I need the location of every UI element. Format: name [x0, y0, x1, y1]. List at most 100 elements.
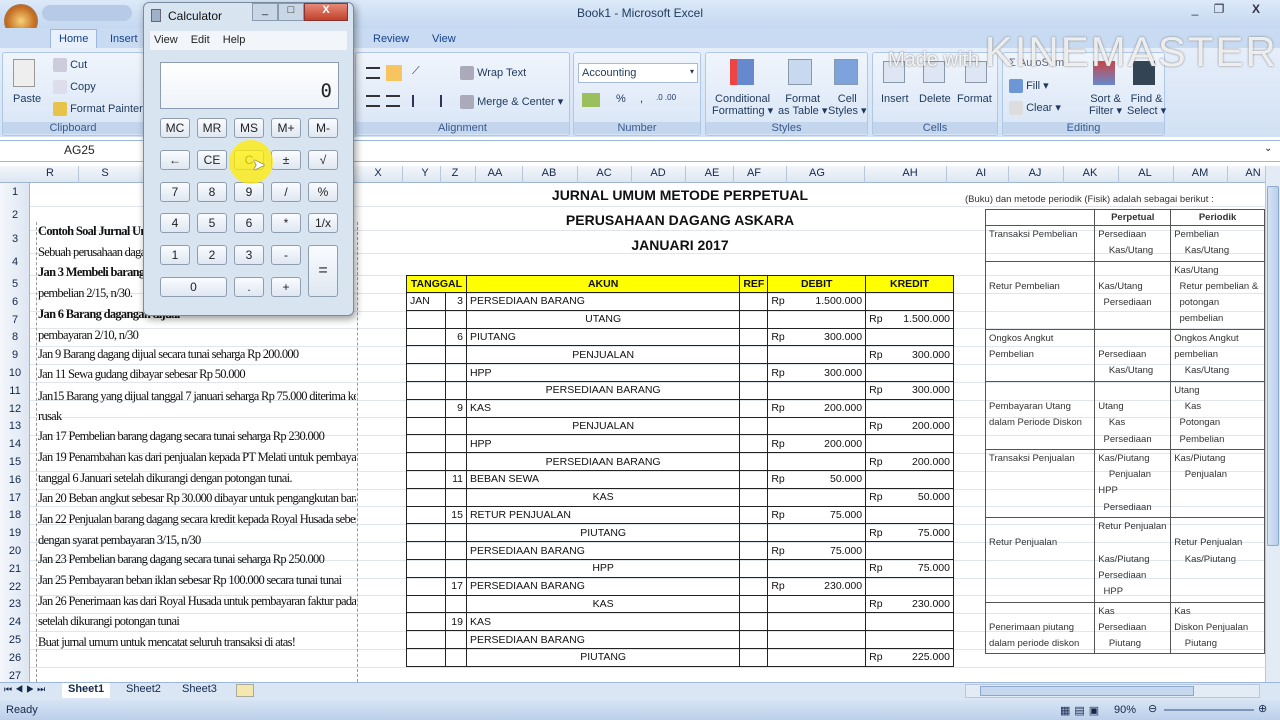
row-header-21[interactable]: 21	[0, 563, 30, 575]
row-header-26[interactable]: 26	[0, 652, 30, 664]
calc-button-mr[interactable]: MR	[197, 118, 227, 138]
align-right-icon[interactable]	[386, 95, 400, 107]
tab-insert[interactable]: Insert	[104, 31, 144, 47]
calc-button-sqrt[interactable]: √	[308, 150, 338, 170]
format-as-table-button[interactable]: Format as Table ▾	[778, 93, 827, 117]
column-header-ad[interactable]: AD	[638, 167, 678, 179]
format-button[interactable]: Format	[957, 93, 992, 105]
calc-button-mc[interactable]: MC	[160, 118, 190, 138]
row-header-7[interactable]: 7	[0, 314, 30, 326]
calc-button-minus[interactable]: -	[271, 245, 301, 265]
calc-button-4[interactable]: 4	[160, 213, 190, 233]
calc-close-button[interactable]: X	[304, 3, 348, 21]
currency-icon[interactable]	[582, 93, 600, 107]
column-header-am[interactable]: AM	[1180, 167, 1220, 179]
row-header-14[interactable]: 14	[0, 438, 30, 450]
row-header-24[interactable]: 24	[0, 616, 30, 628]
tab-home[interactable]: Home	[50, 29, 98, 48]
tab-view[interactable]: View	[426, 31, 462, 47]
column-header-aa[interactable]: AA	[475, 167, 515, 179]
column-header-aj[interactable]: AJ	[1015, 167, 1055, 179]
row-header-6[interactable]: 6	[0, 296, 30, 308]
calc-button-divide[interactable]: /	[271, 182, 301, 202]
row-header-16[interactable]: 16	[0, 474, 30, 486]
row-header-9[interactable]: 9	[0, 349, 30, 361]
vertical-scrollbar[interactable]	[1265, 166, 1280, 682]
cell-styles-button[interactable]: Cell Styles ▾	[828, 93, 867, 117]
orientation-icon[interactable]: ⟋	[412, 65, 430, 81]
insert-button[interactable]: Insert	[881, 93, 909, 105]
calc-button-plus-minus[interactable]: ±	[271, 150, 301, 170]
menu-view[interactable]: View	[154, 34, 178, 46]
close-button[interactable]: X	[1236, 2, 1276, 20]
calc-button-6[interactable]: 6	[234, 213, 264, 233]
wrap-text-button[interactable]: Wrap Text	[477, 67, 526, 79]
calc-maximize-button[interactable]: □	[278, 3, 304, 21]
column-header-al[interactable]: AL	[1125, 167, 1165, 179]
row-header-22[interactable]: 22	[0, 581, 30, 593]
sheet-tab-3[interactable]: Sheet3	[176, 683, 223, 698]
conditional-formatting-button[interactable]: Conditional Formatting ▾	[712, 93, 773, 117]
calc-button-8[interactable]: 8	[197, 182, 227, 202]
row-header-25[interactable]: 25	[0, 634, 30, 646]
calc-button-plus[interactable]: +	[271, 277, 301, 297]
paste-button[interactable]: Paste	[13, 93, 41, 105]
align-center-icon[interactable]	[366, 95, 380, 107]
row-header-15[interactable]: 15	[0, 456, 30, 468]
calc-minimize-button[interactable]: _	[252, 3, 278, 21]
column-header-r[interactable]: R	[30, 167, 70, 179]
sheet-tab-2[interactable]: Sheet2	[120, 683, 167, 698]
calc-button-equals[interactable]: =	[308, 245, 338, 297]
calc-button-3[interactable]: 3	[234, 245, 264, 265]
column-header-s[interactable]: S	[85, 167, 125, 179]
decimal-buttons[interactable]: .0 .00	[656, 93, 676, 102]
merge-center-button[interactable]: Merge & Center	[477, 96, 555, 108]
number-format-dropdown[interactable]: Accounting ▾	[578, 63, 698, 83]
percent-button[interactable]: %	[616, 93, 626, 105]
row-header-4[interactable]: 4	[0, 256, 30, 268]
restore-button[interactable]: ❐	[1206, 2, 1232, 20]
hscroll-thumb[interactable]	[980, 686, 1194, 696]
scroll-thumb[interactable]	[1267, 186, 1279, 546]
find-select-button[interactable]: Find & Select ▾	[1127, 93, 1166, 117]
column-header-ae[interactable]: AE	[692, 167, 732, 179]
column-header-x[interactable]: X	[358, 167, 398, 179]
comma-button[interactable]: ,	[640, 93, 643, 105]
row-header-12[interactable]: 12	[0, 403, 30, 415]
row-header-20[interactable]: 20	[0, 545, 30, 557]
fill-button[interactable]: Fill	[1026, 80, 1040, 92]
sheet-nav-buttons[interactable]: ⏮◀▶⏭	[4, 684, 48, 695]
calc-button-percent[interactable]: %	[308, 182, 338, 202]
column-header-ai[interactable]: AI	[961, 167, 1001, 179]
menu-help[interactable]: Help	[223, 34, 246, 46]
horizontal-scrollbar[interactable]	[965, 684, 1260, 698]
zoom-slider[interactable]	[1164, 709, 1254, 711]
menu-edit[interactable]: Edit	[191, 34, 210, 46]
column-header-z[interactable]: Z	[435, 167, 475, 179]
row-header-1[interactable]: 1	[0, 186, 30, 198]
calc-button-decimal[interactable]: .	[234, 277, 264, 297]
row-header-19[interactable]: 19	[0, 527, 30, 539]
format-painter-button[interactable]: Format Painter	[70, 103, 143, 115]
calc-button-reciprocal[interactable]: 1/x	[308, 213, 338, 233]
copy-button[interactable]: Copy	[70, 81, 96, 93]
zoom-out-button[interactable]: ⊖	[1148, 702, 1157, 715]
view-buttons[interactable]: ▦▤▣	[1060, 704, 1103, 717]
calc-button-multiply[interactable]: *	[271, 213, 301, 233]
expand-formula-bar-button[interactable]: ⌄	[1264, 143, 1272, 154]
calc-button-1[interactable]: 1	[160, 245, 190, 265]
calc-button-5[interactable]: 5	[197, 213, 227, 233]
row-header-23[interactable]: 23	[0, 598, 30, 610]
row-header-8[interactable]: 8	[0, 331, 30, 343]
row-header-11[interactable]: 11	[0, 385, 30, 397]
calc-button-m-[interactable]: M-	[308, 118, 338, 138]
column-header-ak[interactable]: AK	[1070, 167, 1110, 179]
align-middle-icon[interactable]	[366, 67, 380, 79]
calc-button-7[interactable]: 7	[160, 182, 190, 202]
row-header-17[interactable]: 17	[0, 492, 30, 504]
sort-filter-button[interactable]: Sort & Filter ▾	[1089, 93, 1122, 117]
zoom-in-button[interactable]: ⊕	[1258, 702, 1267, 715]
indent-icon[interactable]	[412, 95, 442, 107]
row-header-13[interactable]: 13	[0, 420, 30, 432]
calc-button-ms[interactable]: MS	[234, 118, 264, 138]
